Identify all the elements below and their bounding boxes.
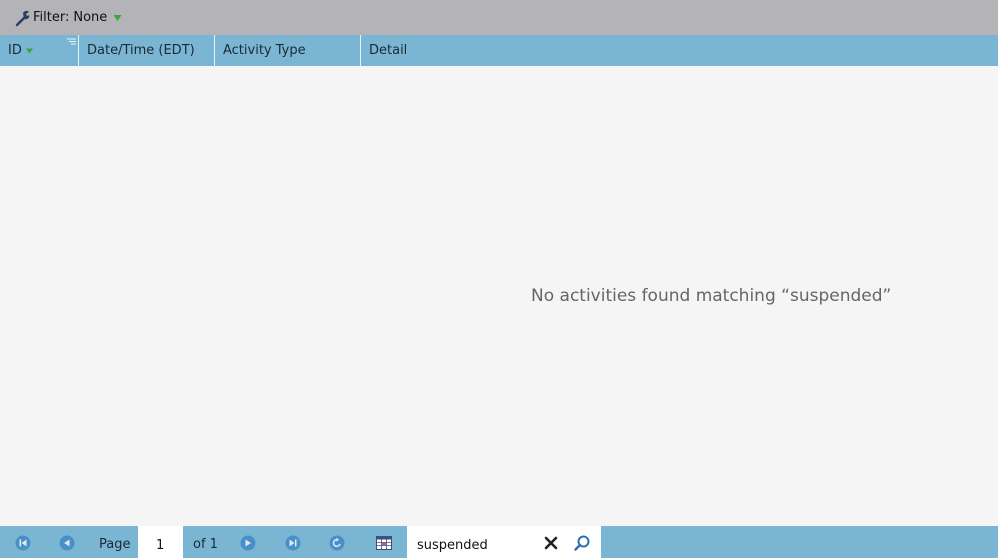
pager-toolbar: Page of 1 — [0, 526, 998, 558]
grid-body: No activities found matching “suspended” — [0, 66, 998, 526]
search-input[interactable] — [407, 526, 541, 558]
filter-value: None — [73, 10, 108, 25]
column-header-date-time[interactable]: Date/Time (EDT) — [79, 35, 215, 66]
filter-dropdown[interactable]: Filter: None — [14, 6, 122, 30]
column-label: Activity Type — [223, 43, 306, 58]
refresh-icon[interactable] — [329, 535, 345, 551]
next-page-icon[interactable] — [240, 535, 256, 551]
previous-page-icon[interactable] — [59, 535, 75, 551]
pager-right — [601, 526, 998, 558]
filter-bar: Filter: None — [0, 0, 998, 35]
empty-state-message: No activities found matching “suspended” — [531, 286, 892, 306]
pager-left: Page of 1 — [0, 526, 601, 558]
first-page-icon[interactable] — [15, 535, 31, 551]
column-menu-icon[interactable] — [67, 38, 76, 46]
column-label: ID — [8, 43, 22, 58]
column-header-activity-type[interactable]: Activity Type — [215, 35, 361, 66]
page-number-input[interactable] — [138, 526, 183, 558]
chevron-down-icon — [113, 14, 122, 21]
wrench-icon — [15, 10, 30, 26]
search-box — [407, 526, 601, 558]
page-count-label: of 1 — [193, 537, 218, 552]
last-page-icon[interactable] — [285, 535, 301, 551]
column-header-id[interactable]: ID — [0, 35, 79, 66]
column-label: Date/Time (EDT) — [87, 43, 195, 58]
column-header-detail[interactable]: Detail — [361, 35, 998, 66]
export-grid-icon[interactable] — [376, 535, 392, 551]
page-label: Page — [99, 537, 131, 552]
grid-header: ID Date/Time (EDT) Activity Type Detail — [0, 35, 998, 66]
sort-descending-icon — [25, 48, 33, 53]
filter-label: Filter: — [33, 10, 70, 25]
search-icon[interactable] — [573, 534, 591, 552]
column-label: Detail — [369, 43, 408, 58]
close-icon[interactable] — [544, 536, 558, 550]
